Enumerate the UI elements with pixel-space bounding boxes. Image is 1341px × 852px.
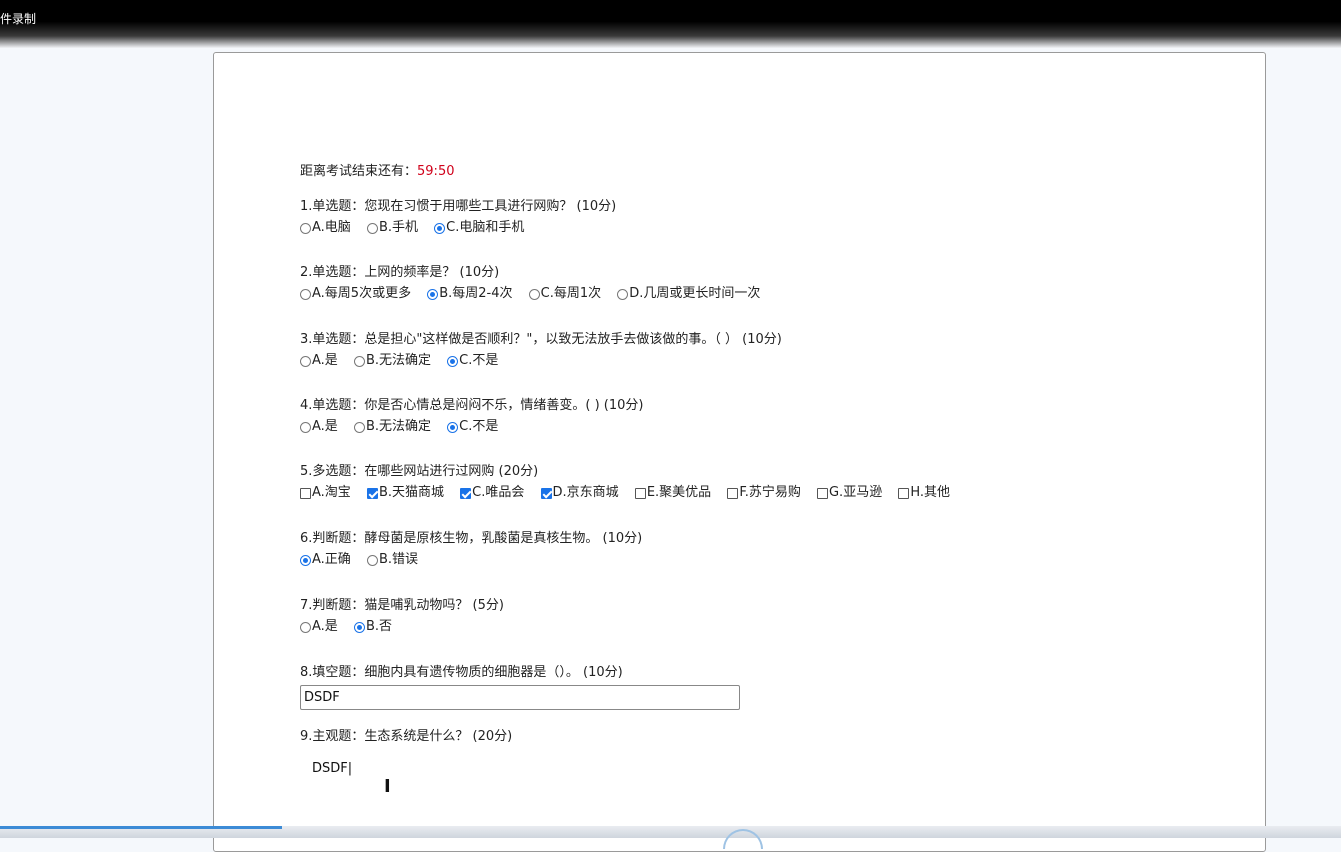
text-caret: | [347,761,353,776]
radio-button[interactable] [353,621,365,633]
option-7a[interactable]: A.是 [300,618,338,636]
radio-button[interactable] [617,288,629,300]
question-title: 8.填空题：细胞内具有遗传物质的细胞器是（）。 (10分) [300,665,623,680]
option-3c[interactable]: C.不是 [447,352,498,370]
text-cursor-icon: I [384,776,391,797]
timer-label: 距离考试结束还有： [300,164,418,179]
radio-button[interactable] [300,222,311,234]
radio-button[interactable] [300,554,311,566]
checkbox[interactable] [366,487,378,499]
window-title: 件录制 [0,12,37,26]
radio-button[interactable] [447,355,459,367]
option-5e[interactable]: E.聚美优品 [634,484,711,502]
exam-timer: 距离考试结束还有：59:50 [300,160,454,179]
question-8: 8.填空题：细胞内具有遗传物质的细胞器是（）。 (10分) [300,664,740,710]
question-2: 2.单选题：上网的频率是？ (10分) A.每周5次或更多 B.每周2-4次 C… [300,264,772,306]
question-4: 4.单选题：你是否心情总是闷闷不乐，情绪善变。( ) (10分) A.是 B.无… [300,397,644,439]
question-3: 3.单选题：总是担心"这样做是否顺利？"，以致无法放手去做该做的事。（ ） (1… [300,331,782,373]
question-title: 1.单选题：您现在习惯于用哪些工具进行网购？ (10分) [300,199,617,214]
question-title: 7.判断题：猫是哺乳动物吗？ (5分) [300,598,504,613]
radio-button[interactable] [366,222,378,234]
radio-button[interactable] [447,421,459,433]
question-title: 2.单选题：上网的频率是？ (10分) [300,265,500,280]
option-5h[interactable]: H.其他 [898,484,950,502]
option-6b[interactable]: B.错误 [366,551,418,569]
timer-remaining: 59:50 [417,164,455,179]
checkbox[interactable] [816,487,828,499]
option-4c[interactable]: C.不是 [447,418,498,436]
option-5c[interactable]: C.唯品会 [460,484,524,502]
radio-button[interactable] [353,355,365,367]
option-6a[interactable]: A.正确 [300,551,351,569]
question-title: 6.判断题：酵母菌是原核生物，乳酸菌是真核生物。 (10分) [300,531,643,546]
option-4a[interactable]: A.是 [300,418,338,436]
question-1: 1.单选题：您现在习惯于用哪些工具进行网购？ (10分) A.电脑 B.手机 C… [300,198,616,240]
radio-button[interactable] [366,554,378,566]
option-7b[interactable]: B.否 [353,618,392,636]
question-5: 5.多选题：在哪些网站进行过网购 (20分) A.淘宝 B.天猫商城 C.唯品会… [300,463,962,505]
question-7: 7.判断题：猫是哺乳动物吗？ (5分) A.是 B.否 [300,597,504,639]
radio-button[interactable] [300,355,311,367]
question-title: 9.主观题：生态系统是什么？ (20分) [300,729,513,744]
option-5f[interactable]: F.苏宁易购 [727,484,801,502]
question-9: 9.主观题：生态系统是什么？ (20分) [300,728,512,746]
option-2c[interactable]: C.每周1次 [528,285,601,303]
playback-progress[interactable] [0,826,282,829]
essay-answer-text: DSDF [312,761,348,776]
option-3b[interactable]: B.无法确定 [353,352,431,370]
checkbox[interactable] [300,487,311,499]
option-3a[interactable]: A.是 [300,352,338,370]
option-1c[interactable]: C.电脑和手机 [434,219,524,237]
radio-button[interactable] [300,621,311,633]
radio-button[interactable] [353,421,365,433]
option-2d[interactable]: D.几周或更长时间一次 [617,285,760,303]
window-titlebar: 件录制 [0,0,1341,48]
radio-button[interactable] [427,288,439,300]
radio-button[interactable] [300,421,311,433]
question-title: 3.单选题：总是担心"这样做是否顺利？"，以致无法放手去做该做的事。（ ） (1… [300,332,782,347]
question-title: 5.多选题：在哪些网站进行过网购 (20分) [300,464,539,479]
question-title: 4.单选题：你是否心情总是闷闷不乐，情绪善变。( ) (10分) [300,398,644,413]
option-2b[interactable]: B.每周2-4次 [427,285,513,303]
radio-button[interactable] [434,222,446,234]
radio-button[interactable] [528,288,540,300]
radio-button[interactable] [300,288,311,300]
checkbox[interactable] [634,487,646,499]
fill-blank-input[interactable] [300,685,740,710]
option-5d[interactable]: D.京东商城 [540,484,619,502]
option-4b[interactable]: B.无法确定 [353,418,431,436]
checkbox[interactable] [460,487,472,499]
question-6: 6.判断题：酵母菌是原核生物，乳酸菌是真核生物。 (10分) A.正确 B.错误 [300,530,642,572]
option-1b[interactable]: B.手机 [366,219,418,237]
option-5a[interactable]: A.淘宝 [300,484,351,502]
option-1a[interactable]: A.电脑 [300,219,351,237]
option-2a[interactable]: A.每周5次或更多 [300,285,411,303]
option-5g[interactable]: G.亚马逊 [816,484,882,502]
checkbox[interactable] [898,487,910,499]
option-5b[interactable]: B.天猫商城 [366,484,444,502]
checkbox[interactable] [540,487,552,499]
checkbox[interactable] [727,487,739,499]
